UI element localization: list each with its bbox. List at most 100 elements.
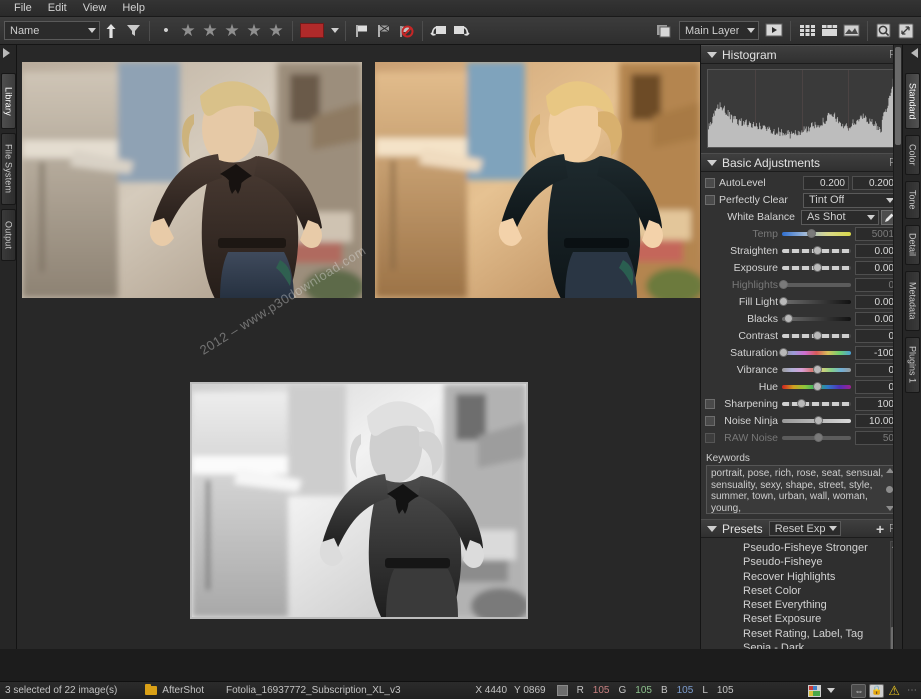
basic-adjustments-panel-header[interactable]: Basic Adjustments ⚐ bbox=[701, 153, 902, 172]
histogram-panel-header[interactable]: Histogram ⚐ bbox=[701, 45, 902, 64]
collapse-right-panel-arrow-icon[interactable] bbox=[911, 48, 918, 58]
slider-value[interactable]: 0.00 bbox=[855, 244, 898, 258]
slider-value[interactable]: 5001 bbox=[855, 227, 898, 241]
slider-knob[interactable] bbox=[807, 229, 816, 238]
rating-zero-icon[interactable]: • bbox=[155, 20, 177, 42]
keywords-textarea[interactable]: portrait, pose, rich, rose, seat, sensua… bbox=[706, 465, 897, 514]
single-image-view-icon[interactable] bbox=[840, 20, 862, 42]
preview-image-original[interactable] bbox=[22, 62, 362, 298]
slider-control[interactable] bbox=[782, 295, 851, 309]
sidebar-item-library[interactable]: Library bbox=[1, 73, 16, 129]
color-label-swatch[interactable] bbox=[298, 20, 326, 42]
preset-item[interactable]: Pseudo-Fisheye bbox=[701, 555, 902, 569]
autolevel-checkbox[interactable] bbox=[705, 178, 715, 188]
slider-knob[interactable] bbox=[814, 416, 823, 425]
loupe-icon[interactable] bbox=[873, 20, 895, 42]
rating-star-2-icon[interactable]: ★ bbox=[199, 20, 221, 42]
slider-control[interactable] bbox=[782, 329, 851, 343]
chevron-down-icon[interactable] bbox=[827, 688, 835, 693]
tab-color[interactable]: Color bbox=[905, 135, 920, 175]
menu-item-help[interactable]: Help bbox=[114, 1, 153, 15]
slider-control[interactable] bbox=[782, 363, 851, 377]
rating-star-1-icon[interactable]: ★ bbox=[177, 20, 199, 42]
color-label-dropdown[interactable] bbox=[326, 20, 340, 42]
slider-control[interactable] bbox=[782, 278, 851, 292]
slider-value[interactable]: 0.00 bbox=[855, 312, 898, 326]
funnel-icon[interactable] bbox=[122, 20, 144, 42]
slider-control[interactable] bbox=[782, 380, 851, 394]
tab-plugins[interactable]: Plugins 1 bbox=[905, 337, 920, 393]
presets-panel-header[interactable]: Presets Reset Exposu + ⚐ bbox=[701, 519, 902, 538]
slider-value[interactable]: 0 bbox=[855, 329, 898, 343]
scrollbar-thumb[interactable] bbox=[886, 486, 893, 493]
slider-value[interactable]: 0.00 bbox=[855, 295, 898, 309]
tint-combo[interactable]: Tint Off bbox=[803, 193, 898, 208]
fullscreen-icon[interactable] bbox=[895, 20, 917, 42]
perfectly-clear-checkbox[interactable] bbox=[705, 195, 715, 205]
slider-control[interactable] bbox=[782, 312, 851, 326]
layers-icon[interactable] bbox=[653, 20, 675, 42]
tab-tone[interactable]: Tone bbox=[905, 181, 920, 219]
flag-icon[interactable] bbox=[351, 20, 373, 42]
slider-control[interactable] bbox=[782, 431, 851, 445]
slider-value[interactable]: 0 bbox=[855, 363, 898, 377]
expand-left-panel-arrow-icon[interactable] bbox=[3, 48, 10, 58]
slider-knob[interactable] bbox=[797, 399, 806, 408]
menu-item-edit[interactable]: Edit bbox=[40, 1, 75, 15]
rotate-left-icon[interactable] bbox=[428, 20, 450, 42]
tab-detail[interactable]: Detail bbox=[905, 225, 920, 265]
preset-item[interactable]: Reset Exposure bbox=[701, 612, 902, 626]
tab-standard[interactable]: Standard bbox=[905, 73, 920, 129]
slider-value[interactable]: 0 bbox=[855, 380, 898, 394]
slider-knob[interactable] bbox=[813, 331, 822, 340]
resize-icon[interactable]: ⇔ bbox=[851, 684, 866, 698]
preview-image-variant[interactable] bbox=[375, 62, 700, 298]
preset-item[interactable]: Sepia - Dark bbox=[701, 641, 902, 649]
menu-item-file[interactable]: File bbox=[6, 1, 40, 15]
slider-control[interactable] bbox=[782, 397, 851, 411]
collapse-triangle-icon[interactable] bbox=[707, 52, 717, 58]
presets-list[interactable]: Pseudo-Fisheye StrongerPseudo-FisheyeRec… bbox=[701, 538, 902, 649]
slider-knob[interactable] bbox=[813, 365, 822, 374]
sidebar-item-file-system[interactable]: File System bbox=[1, 133, 16, 205]
preset-item[interactable]: Reset Everything bbox=[701, 598, 902, 612]
rotate-right-icon[interactable] bbox=[450, 20, 472, 42]
slider-knob[interactable] bbox=[814, 433, 823, 442]
presets-combo[interactable]: Reset Exposu bbox=[769, 521, 841, 536]
slider-control[interactable] bbox=[782, 227, 851, 241]
scrollbar-thumb[interactable] bbox=[895, 47, 901, 145]
raw-noise-checkbox[interactable] bbox=[705, 433, 715, 443]
slider-value[interactable]: 0 bbox=[855, 278, 898, 292]
slider-knob[interactable] bbox=[779, 280, 788, 289]
color-management-icon[interactable] bbox=[808, 685, 821, 697]
flag-crossed-icon[interactable] bbox=[373, 20, 395, 42]
sidebar-item-output[interactable]: Output bbox=[1, 209, 16, 261]
resize-grip-icon[interactable]: ⋯ bbox=[907, 685, 917, 696]
slider-control[interactable] bbox=[782, 244, 851, 258]
warning-icon[interactable]: ⚠ bbox=[888, 683, 900, 699]
reject-icon[interactable] bbox=[395, 20, 417, 42]
slider-knob[interactable] bbox=[813, 263, 822, 272]
lock-icon[interactable]: 🔒 bbox=[869, 684, 884, 698]
slider-value[interactable]: 50 bbox=[855, 431, 898, 445]
preset-item[interactable]: Recover Highlights bbox=[701, 570, 902, 584]
selected-image-preview[interactable] bbox=[190, 382, 528, 619]
right-panel-scrollbar[interactable] bbox=[893, 45, 902, 649]
sharpening-checkbox[interactable] bbox=[705, 399, 715, 409]
rating-star-5-icon[interactable]: ★ bbox=[265, 20, 287, 42]
slideshow-icon[interactable] bbox=[763, 20, 785, 42]
slider-value[interactable]: -100 bbox=[855, 346, 898, 360]
sort-field-combo[interactable]: Name bbox=[4, 21, 100, 40]
slider-control[interactable] bbox=[782, 414, 851, 428]
rating-star-3-icon[interactable]: ★ bbox=[221, 20, 243, 42]
sort-ascending-icon[interactable] bbox=[100, 20, 122, 42]
slider-control[interactable] bbox=[782, 261, 851, 275]
preset-item[interactable]: Pseudo-Fisheye Stronger bbox=[701, 541, 902, 555]
slider-knob[interactable] bbox=[779, 297, 788, 306]
slider-knob[interactable] bbox=[784, 314, 793, 323]
tab-metadata[interactable]: Metadata bbox=[905, 271, 920, 331]
rating-star-4-icon[interactable]: ★ bbox=[243, 20, 265, 42]
preset-item[interactable]: Reset Rating, Label, Tag bbox=[701, 627, 902, 641]
layer-combo[interactable]: Main Layer bbox=[679, 21, 759, 40]
slider-value[interactable]: 0.00 bbox=[855, 261, 898, 275]
